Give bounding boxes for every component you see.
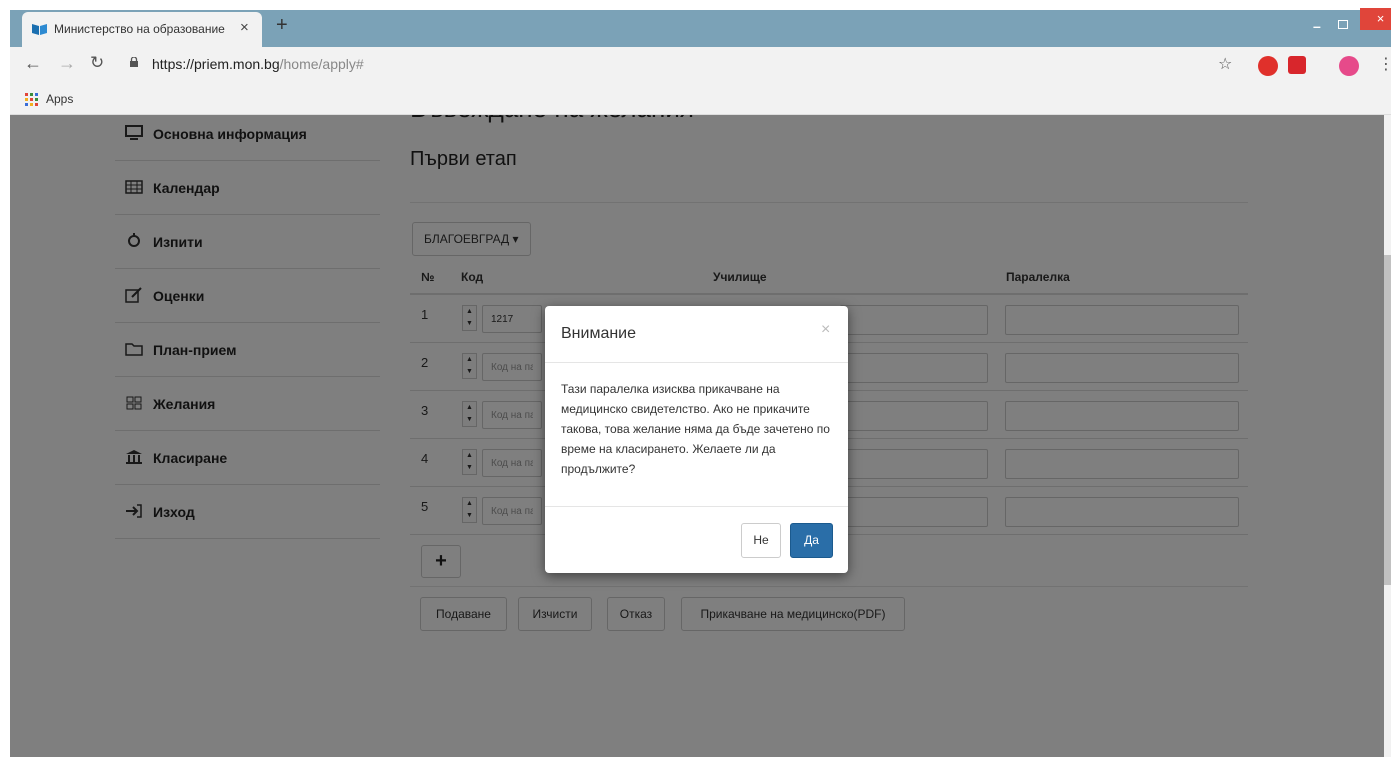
new-tab-button[interactable]: + — [276, 14, 288, 37]
browser-toolbar: ← → ↻ https://priem.mon.bg/home/apply# ☆… — [10, 47, 1391, 85]
tab-close-icon[interactable]: × — [240, 19, 249, 36]
address-bar[interactable]: https://priem.mon.bg/home/apply# — [152, 56, 364, 72]
browser-menu-icon[interactable]: ⋮ — [1378, 54, 1391, 74]
forward-icon[interactable]: → — [58, 53, 76, 74]
tab-title: Министерство на образование — [54, 22, 225, 36]
scrollbar-thumb[interactable] — [1384, 255, 1391, 585]
url-base: https://priem.mon.bg — [152, 56, 280, 72]
browser-tab[interactable]: Министерство на образование × — [22, 12, 262, 47]
window-minimize-button[interactable]: – — [1313, 18, 1321, 34]
url-path: /home/apply# — [279, 56, 364, 72]
dialog-header: Внимание × — [545, 306, 848, 363]
bookmarks-bar: Apps — [10, 85, 1391, 115]
confirm-dialog: Внимание × Тази паралелка изисква прикач… — [545, 306, 848, 573]
book-icon — [32, 24, 47, 35]
profile-avatar[interactable] — [1339, 56, 1359, 76]
yes-button[interactable]: Да — [790, 523, 833, 558]
reload-icon[interactable]: ↻ — [90, 53, 104, 73]
adblock-extension-icon[interactable] — [1258, 56, 1278, 76]
no-button[interactable]: Не — [741, 523, 781, 558]
dialog-footer: Не Да — [545, 506, 848, 573]
window-restore-button[interactable] — [1338, 20, 1348, 29]
apps-grid-icon[interactable] — [25, 93, 38, 106]
dialog-message: Тази паралелка изисква прикачване на мед… — [561, 382, 830, 476]
page-scrollbar[interactable] — [1384, 115, 1391, 757]
back-icon[interactable]: ← — [24, 53, 42, 74]
close-icon[interactable]: × — [821, 321, 830, 339]
apps-bookmark[interactable]: Apps — [46, 92, 73, 106]
tab-bar: – × Министерство на образование × + — [0, 0, 1391, 47]
lock-icon — [130, 57, 138, 67]
window-close-button[interactable]: × — [1360, 8, 1391, 30]
bookmark-star-icon[interactable]: ☆ — [1218, 54, 1232, 74]
extension-icon[interactable] — [1288, 56, 1306, 74]
browser-chrome: – × Министерство на образование × + ← → … — [0, 0, 1391, 115]
dialog-title: Внимание — [561, 325, 637, 342]
